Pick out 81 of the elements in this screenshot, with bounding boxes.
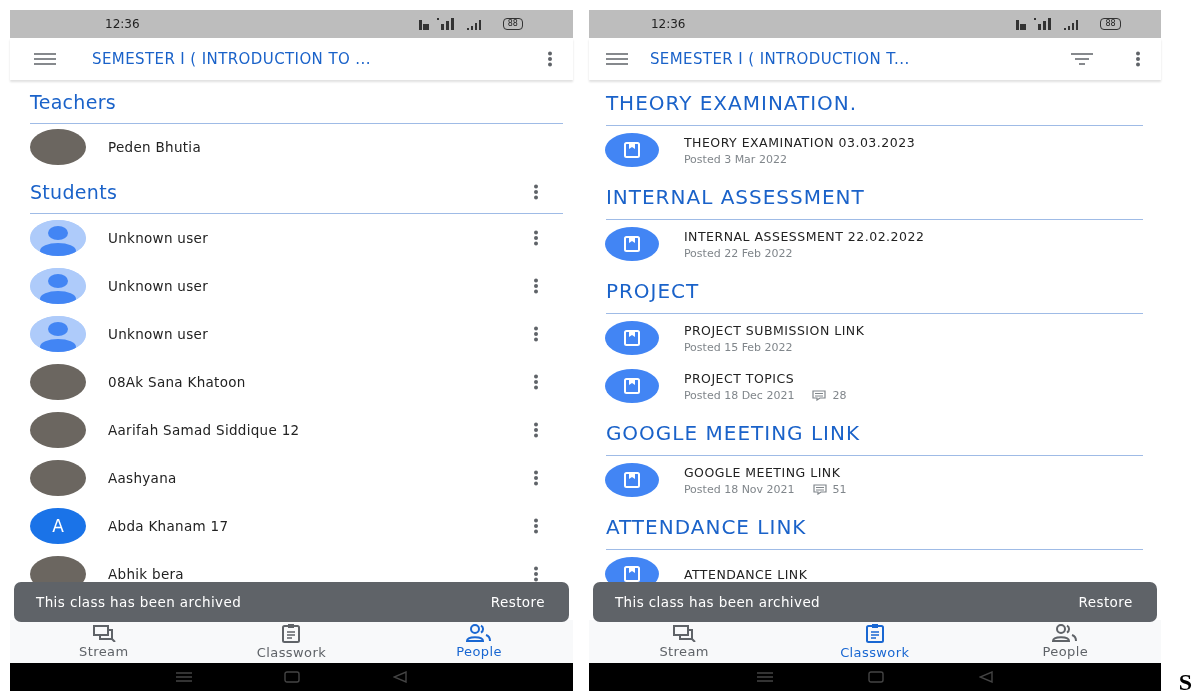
- assignment-icon: [604, 321, 659, 355]
- nav-tab[interactable]: Classwork: [197, 620, 386, 663]
- photo-placeholder: [30, 129, 86, 165]
- more-options-icon[interactable]: [532, 326, 539, 342]
- photo-placeholder: [30, 364, 86, 400]
- nav-tab[interactable]: Stream: [10, 620, 198, 663]
- assignment-title[interactable]: THEORY EXAMINATION 03.03.2023: [683, 134, 916, 150]
- topic-heading: PROJECT: [605, 268, 1143, 314]
- person-name: Unknown user: [108, 230, 209, 246]
- nav-tab[interactable]: Stream: [588, 620, 780, 663]
- person-name: Unknown user: [108, 326, 209, 342]
- assignment-title[interactable]: ATTENDANCE LINK: [683, 566, 808, 582]
- snackbar-message: This class has been archived: [614, 594, 821, 610]
- posted-date: Posted 18 Dec 2021: [683, 388, 795, 402]
- more-options-icon[interactable]: [532, 183, 539, 200]
- section-heading: Students: [30, 180, 118, 203]
- assignment-icon: [604, 133, 659, 167]
- chat-bubbles-icon: [91, 624, 116, 642]
- battery-level: 88: [502, 18, 523, 30]
- chat-bubbles-icon: [672, 624, 697, 642]
- person-name: Abhik bera: [108, 566, 185, 582]
- section-heading: Teachers: [30, 90, 116, 113]
- snackbar-message: This class has been archived: [36, 594, 242, 610]
- comment-count: 28: [832, 388, 847, 402]
- status-time: 12:36: [650, 17, 687, 31]
- person-name: Abda Khanam 17: [108, 518, 230, 534]
- nav-tab[interactable]: Classwork: [779, 620, 971, 663]
- comment-icon: [812, 389, 827, 401]
- more-options-icon[interactable]: [532, 470, 539, 486]
- more-options-icon[interactable]: [532, 230, 539, 246]
- menu-icon[interactable]: [605, 53, 628, 65]
- comment-icon: [812, 483, 827, 495]
- assignment-title[interactable]: PROJECT SUBMISSION LINK: [683, 322, 865, 338]
- default-avatar-icon: [30, 316, 86, 352]
- avatar-initial: A: [30, 508, 86, 544]
- person-name: Aarifah Samad Siddique 12: [108, 422, 301, 438]
- default-avatar-icon: [30, 268, 86, 304]
- person-name: Peden Bhutia: [108, 139, 202, 155]
- topic-heading: GOOGLE MEETING LINK: [605, 410, 1143, 456]
- assignment-icon: [604, 369, 659, 403]
- battery-level: 88: [1100, 18, 1121, 30]
- more-options-icon[interactable]: [532, 374, 539, 390]
- people-icon: [1052, 624, 1079, 642]
- posted-date: Posted 15 Feb 2022: [683, 340, 793, 354]
- topic-heading: ATTENDANCE LINK: [605, 504, 1143, 550]
- class-title: SEMESTER I ( INTRODUCTION TO ...: [92, 50, 372, 68]
- filter-icon[interactable]: [1070, 53, 1093, 65]
- more-options-icon[interactable]: [532, 422, 539, 438]
- person-name: 08Ak Sana Khatoon: [108, 374, 247, 390]
- topic-heading: THEORY EXAMINATION.: [605, 80, 1143, 126]
- restore-button[interactable]: Restore: [1078, 594, 1133, 610]
- assignment-title[interactable]: GOOGLE MEETING LINK: [683, 464, 847, 480]
- class-title: SEMESTER I ( INTRODUCTION T...: [649, 50, 911, 68]
- clipboard-icon: [281, 623, 302, 643]
- menu-icon[interactable]: [34, 53, 56, 65]
- restore-button[interactable]: Restore: [490, 594, 545, 610]
- more-options-icon[interactable]: [532, 518, 539, 534]
- assignment-icon: [604, 227, 659, 261]
- person-name: Aashyana: [108, 470, 178, 486]
- more-options-icon[interactable]: [532, 566, 539, 582]
- default-avatar-icon: [30, 220, 86, 256]
- posted-date: Posted 18 Nov 2021: [683, 482, 795, 496]
- nav-tab[interactable]: People: [970, 620, 1161, 663]
- people-icon: [466, 624, 493, 642]
- comment-count: 51: [832, 482, 847, 496]
- posted-date: Posted 22 Feb 2022: [683, 246, 793, 260]
- nav-tab[interactable]: People: [385, 620, 573, 663]
- photo-placeholder: [30, 412, 86, 448]
- clipboard-icon: [864, 623, 885, 643]
- assignment-title[interactable]: PROJECT TOPICS: [683, 370, 847, 386]
- photo-placeholder: [30, 460, 86, 496]
- status-time: 12:36: [105, 17, 141, 31]
- person-name: Unknown user: [108, 278, 209, 294]
- cut-off-letter: S: [1178, 673, 1192, 691]
- more-options-icon[interactable]: [532, 278, 539, 294]
- more-options-icon[interactable]: [1134, 51, 1141, 67]
- assignment-icon: [604, 463, 659, 497]
- topic-heading: INTERNAL ASSESSMENT: [605, 174, 1143, 220]
- more-options-icon[interactable]: [546, 51, 553, 67]
- assignment-title[interactable]: INTERNAL ASSESSMENT 22.02.2022: [683, 228, 925, 244]
- posted-date: Posted 3 Mar 2022: [683, 152, 787, 166]
